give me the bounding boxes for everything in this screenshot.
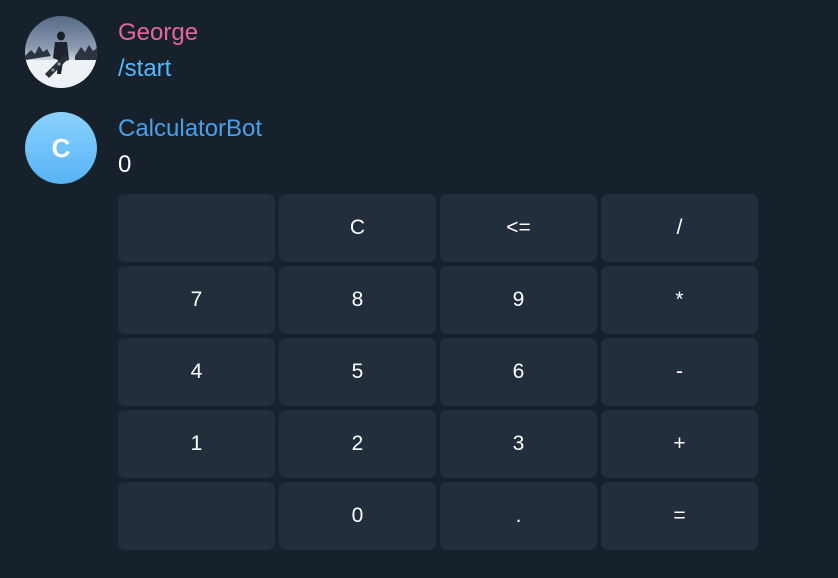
key-label: <= <box>506 216 531 239</box>
key-clear-button[interactable]: C <box>279 194 436 262</box>
key-label: - <box>676 360 683 383</box>
key-digit-9-button[interactable]: 9 <box>440 266 597 334</box>
key-label: 4 <box>190 360 203 383</box>
key-digit-2-button[interactable]: 2 <box>279 410 436 478</box>
key-backspace-button[interactable]: <= <box>440 194 597 262</box>
key-digit-3-button[interactable]: 3 <box>440 410 597 478</box>
key-label: + <box>673 432 686 455</box>
start-command-link[interactable]: /start <box>118 55 171 83</box>
key-equals-button[interactable]: = <box>601 482 758 550</box>
key-label: 0 <box>351 504 364 527</box>
key-label: 1 <box>190 432 203 455</box>
key-digit-5-button[interactable]: 5 <box>279 338 436 406</box>
key-label: 2 <box>351 432 364 455</box>
key-label: 6 <box>512 360 525 383</box>
user-avatar[interactable] <box>25 16 97 88</box>
chat-area: George /start C CalculatorBot 0 C <= / 7 8 9 *… <box>0 0 838 578</box>
bot-avatar-letter: C <box>51 132 71 163</box>
key-label: 5 <box>351 360 364 383</box>
key-label: 8 <box>351 288 364 311</box>
key-digit-7-button[interactable]: 7 <box>118 266 275 334</box>
snowboarder-photo <box>25 16 97 88</box>
key-label: . <box>515 504 522 527</box>
key-digit-1-button[interactable]: 1 <box>118 410 275 478</box>
key-label: * <box>675 288 684 311</box>
key-digit-0-button[interactable]: 0 <box>279 482 436 550</box>
key-label: 7 <box>190 288 203 311</box>
key-label: / <box>676 216 683 239</box>
key-label: 9 <box>512 288 525 311</box>
key-plus-button[interactable]: + <box>601 410 758 478</box>
bot-message-text: 0 <box>118 151 132 178</box>
key-digit-4-button[interactable]: 4 <box>118 338 275 406</box>
bot-avatar[interactable]: C <box>25 112 97 184</box>
key-blank-button[interactable] <box>118 194 275 262</box>
key-blank-button[interactable] <box>118 482 275 550</box>
key-label: 3 <box>512 432 525 455</box>
bot-sender-name[interactable]: CalculatorBot <box>118 115 262 143</box>
key-minus-button[interactable]: - <box>601 338 758 406</box>
key-label: = <box>673 504 686 527</box>
key-digit-8-button[interactable]: 8 <box>279 266 436 334</box>
key-multiply-button[interactable]: * <box>601 266 758 334</box>
key-label: C <box>349 216 366 239</box>
key-decimal-point-button[interactable]: . <box>440 482 597 550</box>
key-divide-button[interactable]: / <box>601 194 758 262</box>
user-sender-name[interactable]: George <box>118 19 198 47</box>
inline-keyboard: C <= / 7 8 9 * 4 5 6 - 1 2 3 +0. = <box>118 194 758 550</box>
key-digit-6-button[interactable]: 6 <box>440 338 597 406</box>
